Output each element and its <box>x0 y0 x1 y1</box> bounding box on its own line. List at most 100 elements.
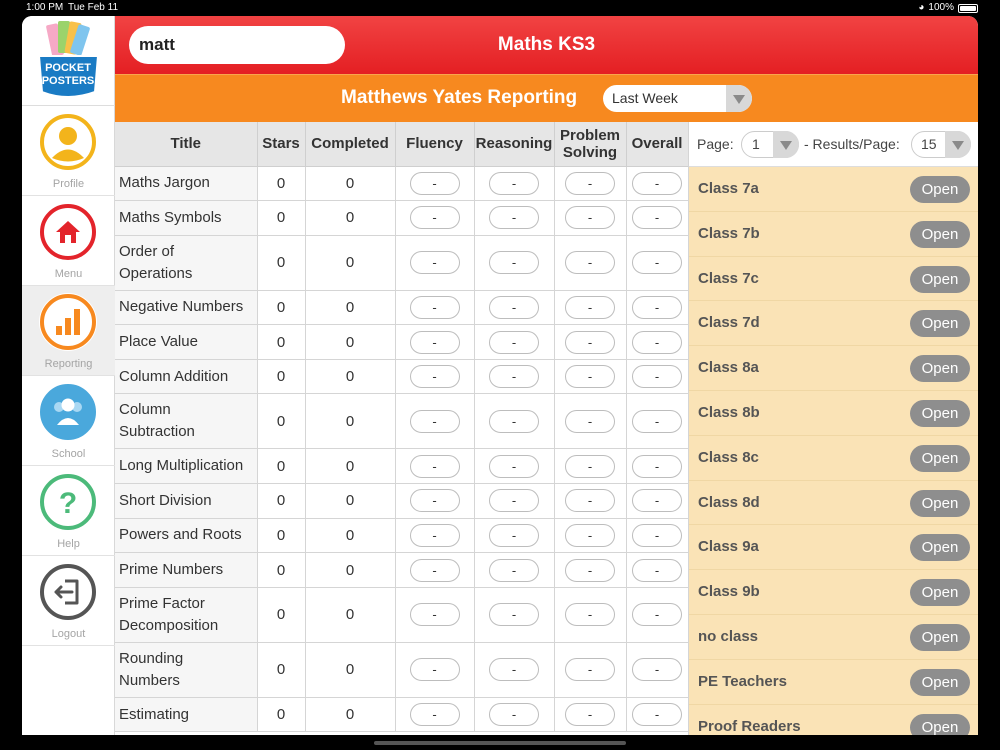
table-row[interactable]: Negative Numbers 0 0- - - - <box>115 290 688 326</box>
table-row[interactable]: Rounding Numbers 0 0- - - - <box>115 642 688 698</box>
score-pill[interactable]: - <box>632 251 682 275</box>
score-pill[interactable]: - <box>489 558 539 582</box>
sidebar-item-help[interactable]: ? Help <box>22 466 115 556</box>
open-class-button[interactable]: Open <box>910 399 970 427</box>
table-row[interactable]: Prime Numbers 0 0- - - - <box>115 552 688 588</box>
chevron-down-icon[interactable] <box>773 131 799 158</box>
open-class-button[interactable]: Open <box>910 534 970 562</box>
cell-fluency: - <box>395 587 475 643</box>
table-row[interactable]: Column Subtraction 0 0- - - - <box>115 393 688 450</box>
score-pill[interactable]: - <box>409 206 460 230</box>
table-row[interactable]: Prime Factor Decomposition 0 0- - - - <box>115 587 688 643</box>
score-pill[interactable]: - <box>489 171 539 195</box>
open-class-button[interactable]: Open <box>910 220 970 248</box>
score-pill[interactable]: - <box>489 703 539 727</box>
open-class-button[interactable]: Open <box>910 623 970 651</box>
score-pill[interactable]: - <box>489 409 539 433</box>
chevron-down-icon[interactable] <box>726 85 752 112</box>
score-pill[interactable]: - <box>565 703 615 727</box>
score-pill[interactable]: - <box>489 295 539 319</box>
search-input[interactable] <box>129 26 345 64</box>
open-class-button[interactable]: Open <box>910 713 970 735</box>
score-pill[interactable]: - <box>409 489 460 513</box>
score-pill[interactable]: - <box>565 409 615 433</box>
cell-problem-solving: - <box>554 587 627 643</box>
score-pill[interactable]: - <box>409 409 460 433</box>
table-row[interactable]: Place Value 0 0- - - - <box>115 324 688 360</box>
score-pill[interactable]: - <box>632 365 682 389</box>
score-pill[interactable]: - <box>489 658 539 682</box>
score-pill[interactable]: - <box>565 558 615 582</box>
score-pill[interactable]: - <box>565 295 615 319</box>
table-row[interactable]: Order of Operations 0 0- - - - <box>115 235 688 291</box>
score-pill[interactable]: - <box>632 703 682 727</box>
score-pill[interactable]: - <box>632 409 682 433</box>
score-pill[interactable]: - <box>409 295 460 319</box>
sidebar-item-school[interactable]: School <box>22 376 115 466</box>
page-dropdown[interactable]: 1 <box>741 131 799 158</box>
table-row[interactable]: Maths Symbols 0 0- - - - <box>115 200 688 236</box>
chevron-down-icon[interactable] <box>945 131 971 158</box>
score-pill[interactable]: - <box>409 171 460 195</box>
score-pill[interactable]: - <box>409 703 460 727</box>
score-pill[interactable]: - <box>632 603 682 627</box>
score-pill[interactable]: - <box>409 658 460 682</box>
score-pill[interactable]: - <box>632 523 682 547</box>
score-pill[interactable]: - <box>489 251 539 275</box>
score-pill[interactable]: - <box>565 454 615 478</box>
open-class-button[interactable]: Open <box>910 668 970 696</box>
open-class-button[interactable]: Open <box>910 444 970 472</box>
score-pill[interactable]: - <box>632 658 682 682</box>
score-pill[interactable]: - <box>565 171 615 195</box>
score-pill[interactable]: - <box>409 365 460 389</box>
score-pill[interactable]: - <box>489 603 539 627</box>
results-per-page-dropdown[interactable]: 15 <box>911 131 971 158</box>
table-row[interactable]: Long Multiplication 0 0- - - - <box>115 448 688 485</box>
home-indicator[interactable] <box>374 741 626 745</box>
sidebar-item-menu[interactable]: Menu <box>22 196 115 286</box>
score-pill[interactable]: - <box>565 603 615 627</box>
score-pill[interactable]: - <box>565 330 615 354</box>
score-pill[interactable]: - <box>409 251 460 275</box>
score-pill[interactable]: - <box>409 454 460 478</box>
score-pill[interactable]: - <box>632 206 682 230</box>
score-pill[interactable]: - <box>489 365 539 389</box>
score-pill[interactable]: - <box>632 558 682 582</box>
table-row[interactable]: Short Division 0 0- - - - <box>115 483 688 519</box>
score-pill[interactable]: - <box>489 206 539 230</box>
score-pill[interactable]: - <box>489 454 539 478</box>
sidebar-item-reporting[interactable]: Reporting <box>22 286 115 376</box>
open-class-button[interactable]: Open <box>910 355 970 383</box>
table-row[interactable]: Estimating 0 0- - - - <box>115 697 688 733</box>
open-class-button[interactable]: Open <box>910 265 970 293</box>
table-row[interactable]: Maths Jargon 0 0- - - - <box>115 166 688 202</box>
table-row[interactable]: Powers and Roots 0 0- - - - <box>115 518 688 554</box>
score-pill[interactable]: - <box>632 171 682 195</box>
score-pill[interactable]: - <box>565 206 615 230</box>
period-dropdown[interactable]: Last Week <box>603 85 752 112</box>
score-pill[interactable]: - <box>632 489 682 513</box>
score-pill[interactable]: - <box>409 523 460 547</box>
score-pill[interactable]: - <box>565 658 615 682</box>
open-class-button[interactable]: Open <box>910 489 970 517</box>
cell-problem-solving: - <box>554 200 627 236</box>
open-class-button[interactable]: Open <box>910 176 970 203</box>
score-pill[interactable]: - <box>409 558 460 582</box>
score-pill[interactable]: - <box>489 489 539 513</box>
score-pill[interactable]: - <box>489 523 539 547</box>
score-pill[interactable]: - <box>565 489 615 513</box>
score-pill[interactable]: - <box>565 365 615 389</box>
score-pill[interactable]: - <box>632 330 682 354</box>
sidebar-item-profile[interactable]: Profile <box>22 106 115 196</box>
open-class-button[interactable]: Open <box>910 310 970 338</box>
score-pill[interactable]: - <box>565 523 615 547</box>
table-row[interactable]: Column Addition 0 0- - - - <box>115 359 688 395</box>
open-class-button[interactable]: Open <box>910 579 970 607</box>
score-pill[interactable]: - <box>409 330 460 354</box>
score-pill[interactable]: - <box>632 295 682 319</box>
sidebar-item-logout[interactable]: Logout <box>22 556 115 646</box>
score-pill[interactable]: - <box>489 330 539 354</box>
score-pill[interactable]: - <box>632 454 682 478</box>
score-pill[interactable]: - <box>565 251 615 275</box>
score-pill[interactable]: - <box>409 603 460 627</box>
